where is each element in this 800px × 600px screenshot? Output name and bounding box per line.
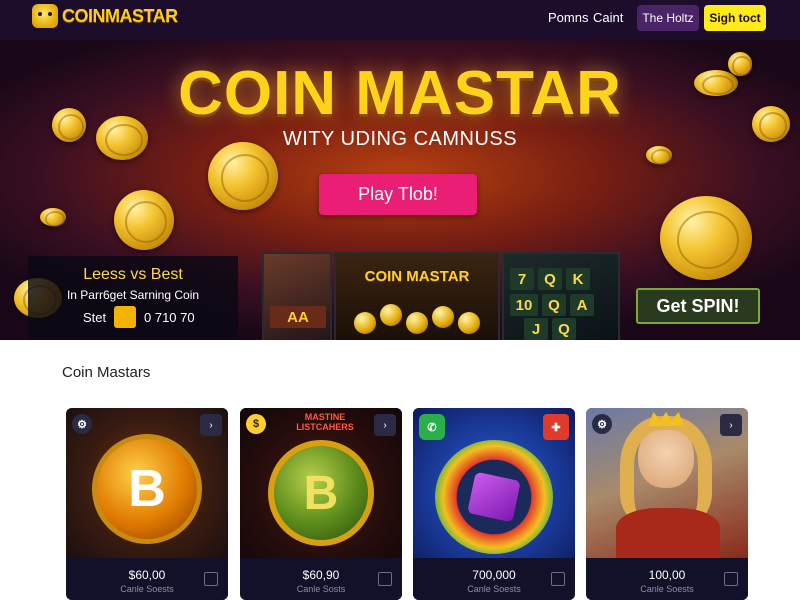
game-screenshot-left[interactable]: AA xyxy=(262,252,332,340)
gold-coin-icon xyxy=(380,304,402,326)
coin-icon xyxy=(114,190,174,250)
game-screenshot-right[interactable]: 7 Q K 10 Q A J Q xyxy=(502,252,620,340)
play-button[interactable]: Play Tlob! xyxy=(319,174,477,215)
bitcoin-coin-icon: B xyxy=(92,434,202,544)
coin-icon xyxy=(208,142,278,210)
top-navbar: COINMASTAR Pomns Caint The Holtz Sigh to… xyxy=(0,0,800,40)
slot-symbol: Q xyxy=(552,318,576,340)
signup-button[interactable]: Sigh toct xyxy=(704,5,766,31)
promo-label: Stet xyxy=(83,310,107,325)
card-art: ⚙ › xyxy=(586,408,748,558)
game-screenshot-main[interactable]: COIN MASTAR xyxy=(334,252,500,340)
game-card[interactable]: ✆ ✚ 700,000 Canle Soests xyxy=(413,408,575,600)
coin-icon xyxy=(660,196,752,280)
settings-icon: ⚙ xyxy=(72,414,92,434)
gold-coin-icon xyxy=(458,312,480,334)
logo-icon xyxy=(32,4,58,28)
slot-symbol: J xyxy=(524,318,548,340)
section-title: Coin Mastars xyxy=(62,364,151,381)
slot-symbol: Q xyxy=(542,294,566,316)
checkbox-icon[interactable] xyxy=(378,572,392,586)
card-banner: MASTINE LISTCAHERS xyxy=(296,412,354,432)
slot-symbol: Q xyxy=(538,268,562,290)
prize-wheel-icon xyxy=(435,440,553,554)
card-footer: 100,00 Canle Soests xyxy=(586,558,748,600)
game-art-label: AA xyxy=(270,306,326,328)
slot-symbol: 10 xyxy=(510,294,538,316)
chat-icon: ✆ xyxy=(419,414,445,440)
game-card[interactable]: MASTINE LISTCAHERS B $ › $60,90 Canle So… xyxy=(240,408,402,600)
gift-icon[interactable]: ✚ xyxy=(543,414,569,440)
nav-button-secondary[interactable]: The Holtz xyxy=(637,5,699,31)
card-art: MASTINE LISTCAHERS B $ › xyxy=(240,408,402,558)
nav-link-2[interactable]: Caint xyxy=(593,10,623,25)
checkbox-icon[interactable] xyxy=(204,572,218,586)
gold-coin-icon xyxy=(354,312,376,334)
coin-icon xyxy=(40,208,66,227)
slot-symbol: K xyxy=(566,268,590,290)
promo-panel: Leess vs Best In Parr6get Sarning Coin S… xyxy=(28,256,238,338)
brand-name: COINMASTAR xyxy=(62,5,178,26)
promo-text: In Parr6get Sarning Coin xyxy=(66,288,200,302)
hero-title: COIN MASTAR xyxy=(178,59,622,128)
game-card[interactable]: ⚙ › 100,00 Canle Soests xyxy=(586,408,748,600)
coin-chip-icon xyxy=(114,306,136,328)
share-icon[interactable]: › xyxy=(720,414,742,436)
screen-title: COIN MASTAR xyxy=(364,268,470,285)
promo-value: 0 710 70 xyxy=(144,310,195,325)
checkbox-icon[interactable] xyxy=(724,572,738,586)
hero-subtitle: WITY UDING CAMNUSS xyxy=(282,128,518,150)
dollar-badge-icon: $ xyxy=(246,414,266,434)
crown-icon xyxy=(648,412,684,426)
hero-banner: COIN MASTAR WITY UDING CAMNUSS Play Tlob… xyxy=(0,40,800,340)
brand-logo[interactable]: COINMASTAR xyxy=(32,4,178,28)
gift-box-icon xyxy=(467,471,521,523)
game-card[interactable]: B ⚙ › $60,00 Canle Soests xyxy=(66,408,228,600)
promo-heading: Leess vs Best xyxy=(83,266,183,283)
nav-link-1[interactable]: Pomns xyxy=(548,10,588,25)
card-art: B ⚙ › xyxy=(66,408,228,558)
card-footer: $60,00 Canle Soests xyxy=(66,558,228,600)
settings-icon: ⚙ xyxy=(592,414,612,434)
share-icon[interactable]: › xyxy=(200,414,222,436)
bitcoin-coin-icon: B xyxy=(268,440,374,546)
slot-symbol: A xyxy=(570,294,594,316)
checkbox-icon[interactable] xyxy=(551,572,565,586)
gold-coin-icon xyxy=(432,306,454,328)
slot-symbol: 7 xyxy=(510,268,534,290)
share-icon[interactable]: › xyxy=(374,414,396,436)
card-art: ✆ ✚ xyxy=(413,408,575,558)
card-footer: $60,90 Canle Sosts xyxy=(240,558,402,600)
portrait-dress xyxy=(616,508,720,558)
gold-coin-icon xyxy=(406,312,428,334)
card-footer: 700,000 Canle Soests xyxy=(413,558,575,600)
get-spin-button[interactable]: Get SPIN! xyxy=(636,288,760,324)
